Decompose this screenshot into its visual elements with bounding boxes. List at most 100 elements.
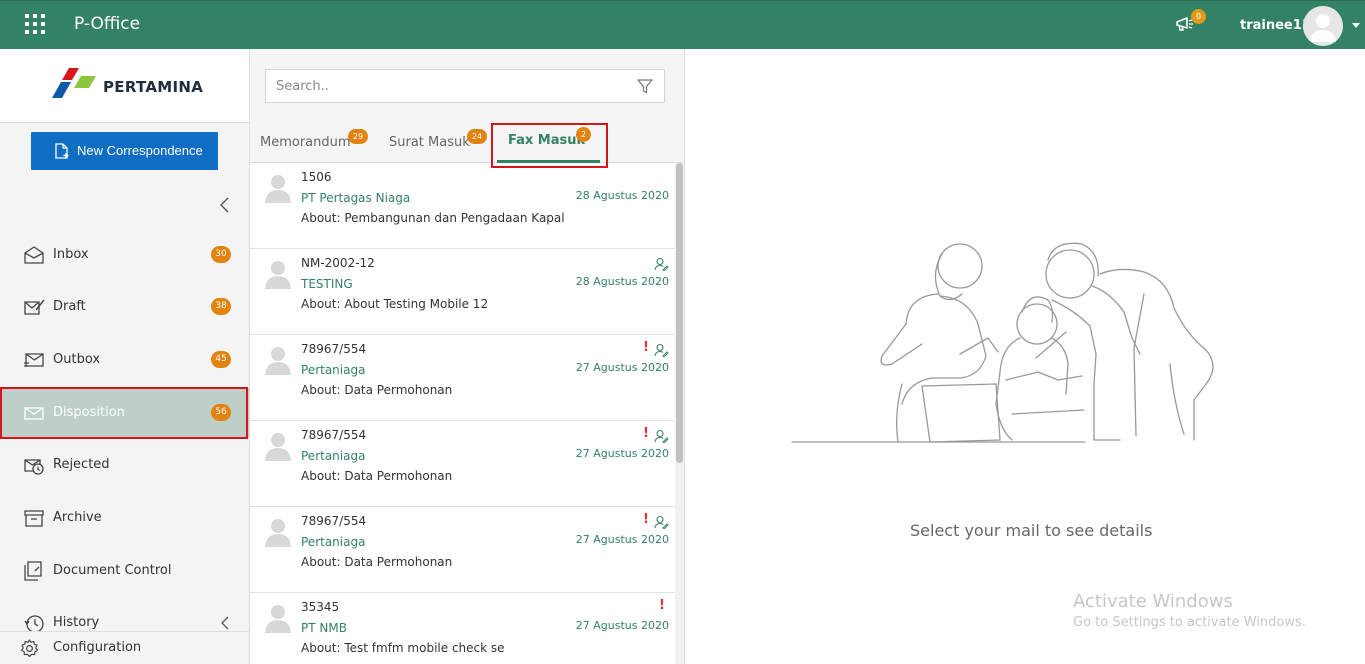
mail-list-item[interactable]: 1506 PT Pertagas Niaga 28 Agustus 2020 Abou… bbox=[250, 163, 675, 249]
sender-avatar-icon bbox=[264, 345, 292, 375]
mail-subject: About: About Testing Mobile 12 bbox=[301, 297, 489, 311]
search-input[interactable] bbox=[265, 69, 665, 103]
tab-fax-masuk[interactable]: Fax Masuk bbox=[508, 133, 585, 148]
mail-number: 78967/554 bbox=[301, 342, 367, 356]
mail-subject: About: Data Permohonan bbox=[301, 469, 453, 483]
mail-date: 27 Agustus 2020 bbox=[575, 619, 669, 632]
windows-watermark-title: Activate Windows bbox=[1073, 591, 1233, 612]
windows-watermark-subtitle: Go to Settings to activate Windows. bbox=[1073, 615, 1306, 630]
mail-number: NM-2002-12 bbox=[301, 256, 375, 270]
sender-avatar-icon bbox=[264, 603, 292, 633]
mail-subject: About: Pembangunan dan Pengadaan Kapal bbox=[301, 211, 565, 225]
filter-icon[interactable] bbox=[637, 79, 653, 94]
tab-badge: 2 bbox=[576, 127, 591, 142]
sidebar-item-document-control[interactable]: Document Control bbox=[0, 546, 249, 596]
mail-list: 1506 PT Pertagas Niaga 28 Agustus 2020 Abou… bbox=[250, 163, 675, 664]
mail-date: 28 Agustus 2020 bbox=[575, 189, 669, 202]
team-illustration bbox=[791, 242, 1214, 443]
disposition-person-icon bbox=[654, 342, 669, 358]
sender-avatar-icon bbox=[264, 259, 292, 289]
mail-list-item[interactable]: NM-2002-12 TESTING 28 Agustus 2020 About: A… bbox=[250, 249, 675, 335]
mail-tabs: Memorandum 29 Surat Masuk 24 Fax Masuk 2 bbox=[250, 122, 684, 168]
user-menu-caret-icon[interactable] bbox=[1352, 23, 1360, 28]
archive-icon bbox=[24, 510, 44, 527]
mail-sender: TESTING bbox=[301, 277, 353, 291]
tab-badge: 29 bbox=[348, 129, 368, 144]
mail-list-item[interactable]: 78967/554 Pertaniaga 27 Agustus 2020 About:… bbox=[250, 421, 675, 507]
app-title: P-Office bbox=[74, 14, 141, 34]
sidebar-item-outbox[interactable]: Outbox 45 bbox=[0, 335, 249, 385]
sidebar-item-configuration[interactable]: Configuration bbox=[0, 631, 249, 664]
urgent-icon: ! bbox=[643, 340, 649, 355]
username[interactable]: trainee11 bbox=[1240, 18, 1311, 33]
mail-list-item[interactable]: 78967/554 Pertaniaga 27 Agustus 2020 About:… bbox=[250, 335, 675, 421]
mail-date: 27 Agustus 2020 bbox=[575, 361, 669, 374]
mail-subject: About: Data Permohonan bbox=[301, 555, 453, 569]
scrollbar-thumb[interactable] bbox=[676, 163, 683, 463]
sidebar: PERTAMINA New Correspondence Inbox 30 Dr… bbox=[0, 49, 250, 664]
draft-icon bbox=[24, 299, 45, 315]
sidebar-item-rejected[interactable]: Rejected bbox=[0, 440, 249, 490]
mail-list-pane: Memorandum 29 Surat Masuk 24 Fax Masuk 2… bbox=[250, 49, 685, 664]
tab-badge: 24 bbox=[467, 129, 487, 144]
sender-avatar-icon bbox=[264, 431, 292, 461]
search-bar bbox=[250, 49, 684, 122]
document-control-icon bbox=[24, 561, 42, 581]
mail-list-item[interactable]: 78967/554 Pertaniaga 27 Agustus 2020 About:… bbox=[250, 507, 675, 593]
sidebar-item-label: Inbox bbox=[53, 247, 89, 262]
tab-surat-masuk[interactable]: Surat Masuk bbox=[389, 135, 470, 150]
sidebar-item-label: Archive bbox=[53, 510, 102, 525]
sidebar-item-archive[interactable]: Archive bbox=[0, 493, 249, 543]
mail-number: 35345 bbox=[301, 600, 340, 614]
count-badge: 38 bbox=[211, 298, 231, 315]
new-correspondence-button[interactable]: New Correspondence bbox=[31, 132, 218, 170]
outbox-icon bbox=[24, 353, 44, 367]
sidebar-item-label: Rejected bbox=[53, 457, 110, 472]
mail-number: 1506 bbox=[301, 170, 332, 184]
mail-date: 27 Agustus 2020 bbox=[575, 533, 669, 546]
sidebar-item-draft[interactable]: Draft 38 bbox=[0, 282, 249, 332]
mail-sender: Pertaniaga bbox=[301, 363, 366, 377]
mail-subject: About: Test fmfm mobile check se bbox=[301, 641, 505, 655]
pertamina-logo-icon bbox=[52, 68, 96, 98]
sidebar-item-inbox[interactable]: Inbox 30 bbox=[0, 230, 249, 280]
sidebar-item-disposition[interactable]: Disposition 56 bbox=[0, 388, 249, 438]
mail-number: 78967/554 bbox=[301, 514, 367, 528]
new-document-icon bbox=[55, 143, 69, 159]
tab-memorandum[interactable]: Memorandum bbox=[260, 135, 351, 150]
sidebar-item-label: Outbox bbox=[53, 352, 101, 367]
mail-date: 28 Agustus 2020 bbox=[575, 275, 669, 288]
mail-sender: Pertaniaga bbox=[301, 535, 366, 549]
sidebar-item-label: Disposition bbox=[53, 405, 125, 420]
mail-list-item[interactable]: 35345 PT NMB 27 Agustus 2020 About: Test fm… bbox=[250, 593, 675, 664]
history-expand-chevron-icon[interactable] bbox=[220, 616, 230, 630]
mail-sender: PT NMB bbox=[301, 621, 347, 635]
sender-avatar-icon bbox=[264, 517, 292, 547]
inbox-icon bbox=[24, 246, 44, 264]
count-badge: 45 bbox=[211, 351, 231, 368]
list-scrollbar[interactable] bbox=[675, 163, 684, 664]
new-correspondence-label: New Correspondence bbox=[77, 143, 203, 158]
sender-avatar-icon bbox=[264, 173, 292, 203]
app-grid-icon[interactable] bbox=[25, 14, 45, 34]
count-badge: 56 bbox=[211, 404, 231, 421]
sidebar-item-label: History bbox=[53, 615, 100, 630]
urgent-icon: ! bbox=[643, 426, 649, 441]
disposition-person-icon bbox=[654, 428, 669, 444]
detail-pane: Select your mail to see details Activate… bbox=[685, 49, 1365, 664]
mail-subject: About: Data Permohonan bbox=[301, 383, 453, 397]
sidebar-item-label: Document Control bbox=[53, 563, 172, 578]
collapse-sidebar-icon[interactable] bbox=[218, 197, 232, 213]
disposition-person-icon bbox=[654, 514, 669, 530]
sidebar-item-history[interactable]: History bbox=[0, 598, 249, 631]
logo-area: PERTAMINA bbox=[0, 49, 249, 123]
user-avatar[interactable] bbox=[1303, 6, 1343, 46]
sidebar-item-label: Draft bbox=[53, 299, 86, 314]
logo-text: PERTAMINA bbox=[103, 78, 204, 96]
count-badge: 30 bbox=[211, 246, 231, 263]
empty-state-message: Select your mail to see details bbox=[910, 521, 1153, 540]
urgent-icon: ! bbox=[659, 598, 665, 613]
mail-date: 27 Agustus 2020 bbox=[575, 447, 669, 460]
disposition-person-icon bbox=[654, 256, 669, 272]
configuration-label: Configuration bbox=[53, 640, 142, 655]
